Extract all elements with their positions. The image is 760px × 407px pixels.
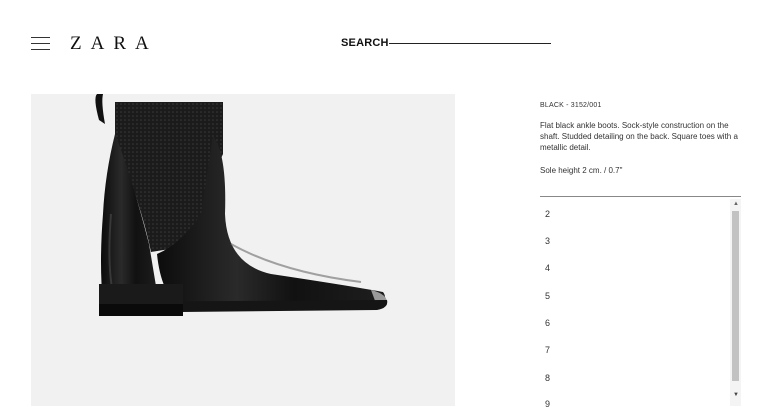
size-list-scrollbar[interactable]: ▲ ▼ — [730, 199, 741, 406]
hamburger-menu-icon[interactable] — [31, 37, 50, 51]
size-option[interactable]: 5 — [545, 291, 550, 301]
size-option[interactable]: 7 — [545, 345, 550, 355]
arrow-down-icon[interactable]: ▼ — [733, 392, 739, 398]
brand-logo[interactable]: ZARA — [70, 33, 158, 55]
ankle-boot-illustration — [95, 94, 388, 316]
menu-line — [31, 43, 50, 45]
menu-line — [31, 37, 50, 39]
size-option[interactable]: 3 — [545, 236, 550, 246]
arrow-up-icon[interactable]: ▲ — [733, 201, 739, 207]
search-underline — [389, 43, 551, 44]
size-option[interactable]: 6 — [545, 318, 550, 328]
size-option[interactable]: 8 — [545, 373, 550, 383]
product-color-reference: BLACK - 3152/001 — [540, 102, 602, 109]
product-description: Flat black ankle boots. Sock-style const… — [540, 121, 738, 152]
size-option[interactable]: 2 — [545, 209, 550, 219]
product-image — [31, 94, 455, 406]
scrollbar-thumb[interactable] — [732, 211, 739, 381]
search-label: SEARCH — [341, 37, 389, 49]
sole-height: Sole height 2 cm. / 0.7" — [540, 166, 623, 175]
menu-line — [31, 49, 50, 51]
search-field[interactable]: SEARCH — [341, 36, 553, 54]
size-option[interactable]: 4 — [545, 263, 550, 273]
size-selector-list[interactable]: 2 3 4 5 6 7 8 9 — [540, 196, 741, 407]
